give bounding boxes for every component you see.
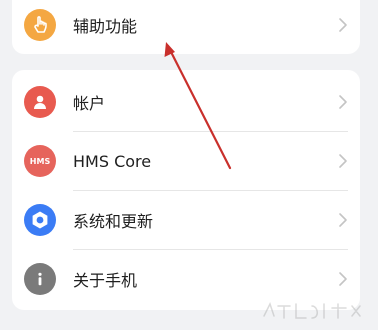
chevron-right-icon	[339, 18, 347, 32]
hand-icon	[24, 9, 56, 41]
info-icon	[24, 263, 56, 295]
settings-item-label: 帐户	[73, 94, 106, 113]
settings-item-accessibility[interactable]: 辅助功能	[12, 0, 360, 54]
gear-icon	[24, 204, 56, 236]
chevron-right-icon	[339, 213, 347, 227]
person-icon	[24, 86, 56, 118]
watermark-logo	[263, 302, 361, 319]
settings-card-top: 辅助功能	[12, 0, 360, 54]
settings-item-label: 辅助功能	[73, 17, 138, 36]
settings-item-label: 系统和更新	[73, 212, 154, 231]
chevron-right-icon	[339, 95, 347, 109]
settings-item-hms-core[interactable]: HMS HMS Core	[12, 132, 360, 190]
hms-logo-text: HMS	[29, 156, 51, 166]
hms-logo-icon: HMS	[24, 145, 56, 177]
settings-card-main: 帐户 HMS HMS Core 系统和更新 关于手机	[12, 70, 360, 310]
settings-item-label: HMS Core	[73, 151, 152, 171]
settings-item-account[interactable]: 帐户	[12, 73, 360, 131]
settings-item-system-updates[interactable]: 系统和更新	[12, 191, 360, 249]
chevron-right-icon	[339, 272, 347, 286]
settings-item-label: 关于手机	[73, 271, 138, 290]
chevron-right-icon	[339, 154, 347, 168]
